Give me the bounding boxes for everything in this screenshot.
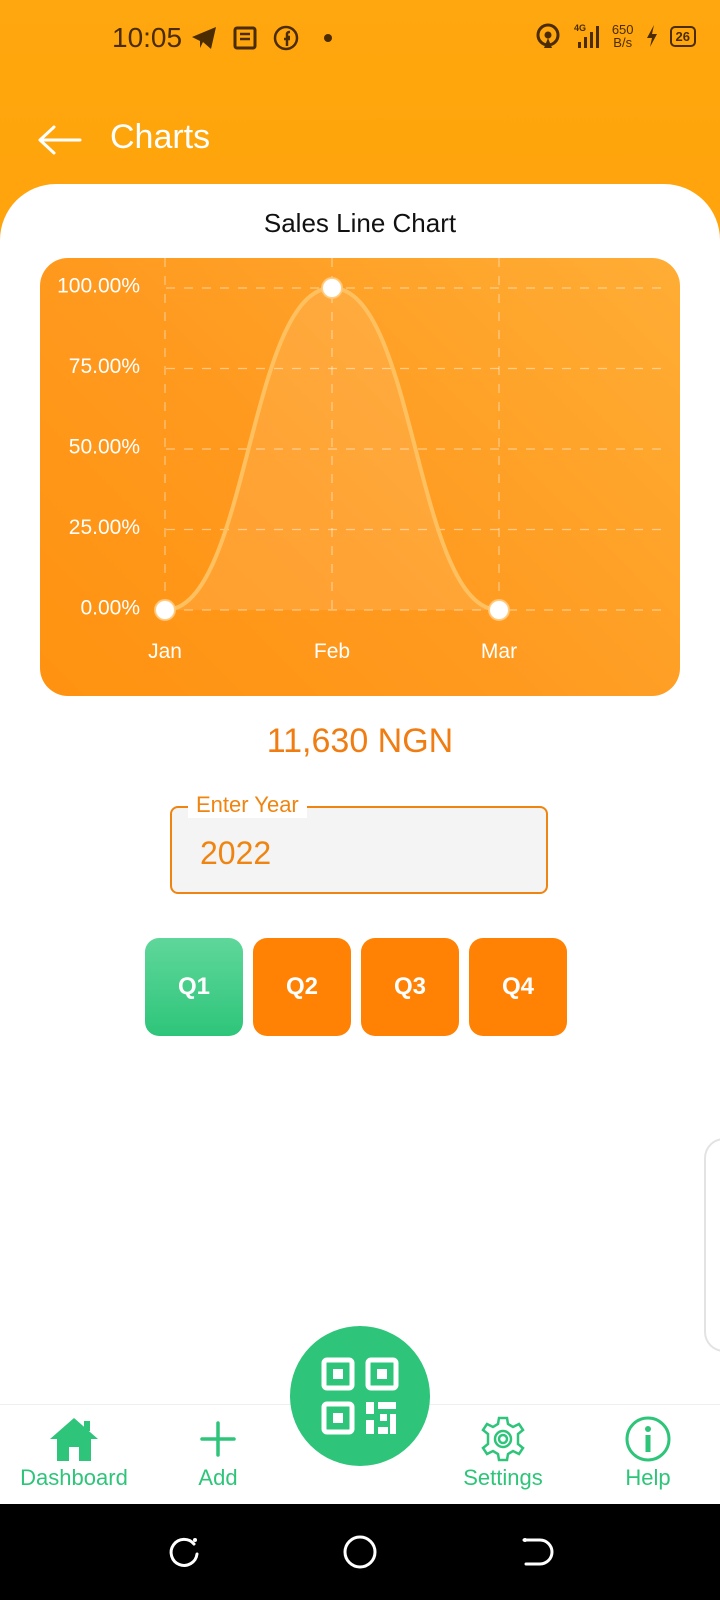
qr-code-icon [321, 1357, 399, 1435]
recent-apps-icon[interactable] [164, 1532, 204, 1572]
page-title: Charts [110, 118, 211, 156]
status-time: 10:05 [112, 22, 183, 53]
y-tick-label: 25.00% [69, 516, 140, 539]
status-bar: 10:05 4G 650 B/s 26 [0, 0, 720, 80]
year-field[interactable]: Enter Year [170, 792, 548, 894]
qr-scan-button[interactable] [290, 1326, 430, 1466]
notification-icons [190, 24, 336, 52]
chart-svg: 100.00% 75.00% 50.00% 25.00% 0.00% Jan Feb Mar [57, 258, 670, 663]
y-tick-label: 100.00% [57, 275, 140, 298]
quarter-button-q2[interactable]: Q2 [253, 938, 351, 1036]
system-icons: 4G 650 B/s 26 [534, 22, 696, 50]
facebook-icon [273, 25, 299, 51]
system-navigation-bar [0, 1504, 720, 1600]
plus-icon [200, 1421, 236, 1457]
back-button[interactable] [36, 118, 84, 162]
y-tick-label: 0.00% [80, 597, 140, 620]
x-tick-label: Jan [148, 640, 182, 663]
news-icon [233, 26, 257, 50]
nav-add-label: Add [198, 1465, 238, 1490]
sales-total: 11,630 NGN [266, 722, 454, 760]
nav-settings[interactable]: Settings [433, 1415, 573, 1491]
quarter-button-q3[interactable]: Q3 [361, 938, 459, 1036]
home-button-icon[interactable] [340, 1532, 380, 1572]
quarter-button-q4[interactable]: Q4 [469, 938, 567, 1036]
chart-title: Sales Line Chart [263, 208, 457, 238]
x-tick-label: Feb [314, 640, 350, 663]
back-nav-icon[interactable] [516, 1532, 556, 1572]
arrow-left-icon [38, 125, 82, 155]
telegram-icon [192, 27, 216, 49]
app-header: Charts [0, 100, 720, 180]
y-tick-label: 75.00% [69, 355, 140, 378]
data-point [154, 599, 176, 621]
x-tick-label: Mar [481, 640, 517, 663]
sales-line-chart: 100.00% 75.00% 50.00% 25.00% 0.00% Jan Feb Mar [40, 258, 680, 696]
gear-icon [481, 1416, 525, 1462]
nav-help-label: Help [625, 1465, 671, 1490]
network-speed: 650 B/s [612, 23, 634, 49]
battery-icon: 26 [669, 25, 696, 47]
data-point [488, 599, 510, 621]
nav-help[interactable]: Help [578, 1415, 718, 1491]
edge-panel-handle[interactable] [704, 1138, 720, 1352]
quarter-selector: Q1 Q2 Q3 Q4 [145, 938, 567, 1036]
nav-add[interactable]: Add [148, 1415, 288, 1491]
year-input[interactable] [198, 834, 522, 873]
hotspot-icon [536, 23, 560, 48]
nav-dashboard[interactable]: Dashboard [4, 1415, 144, 1491]
dot-icon [324, 34, 332, 42]
y-tick-label: 50.00% [69, 436, 140, 459]
signal-icon: 4G [574, 23, 599, 48]
nav-dashboard-label: Dashboard [20, 1465, 128, 1490]
network-speed-unit: B/s [613, 35, 633, 50]
content-card: Sales Line Chart 100.00% 75.00% 50.00% 25.0… [0, 184, 720, 1404]
quarter-button-q1[interactable]: Q1 [145, 938, 243, 1036]
charging-icon [646, 25, 657, 47]
svg-text:4G: 4G [574, 23, 586, 33]
data-point [321, 277, 343, 299]
year-field-label: Enter Year [188, 792, 307, 818]
info-icon [625, 1416, 671, 1462]
nav-settings-label: Settings [463, 1465, 543, 1490]
home-icon [50, 1418, 98, 1461]
